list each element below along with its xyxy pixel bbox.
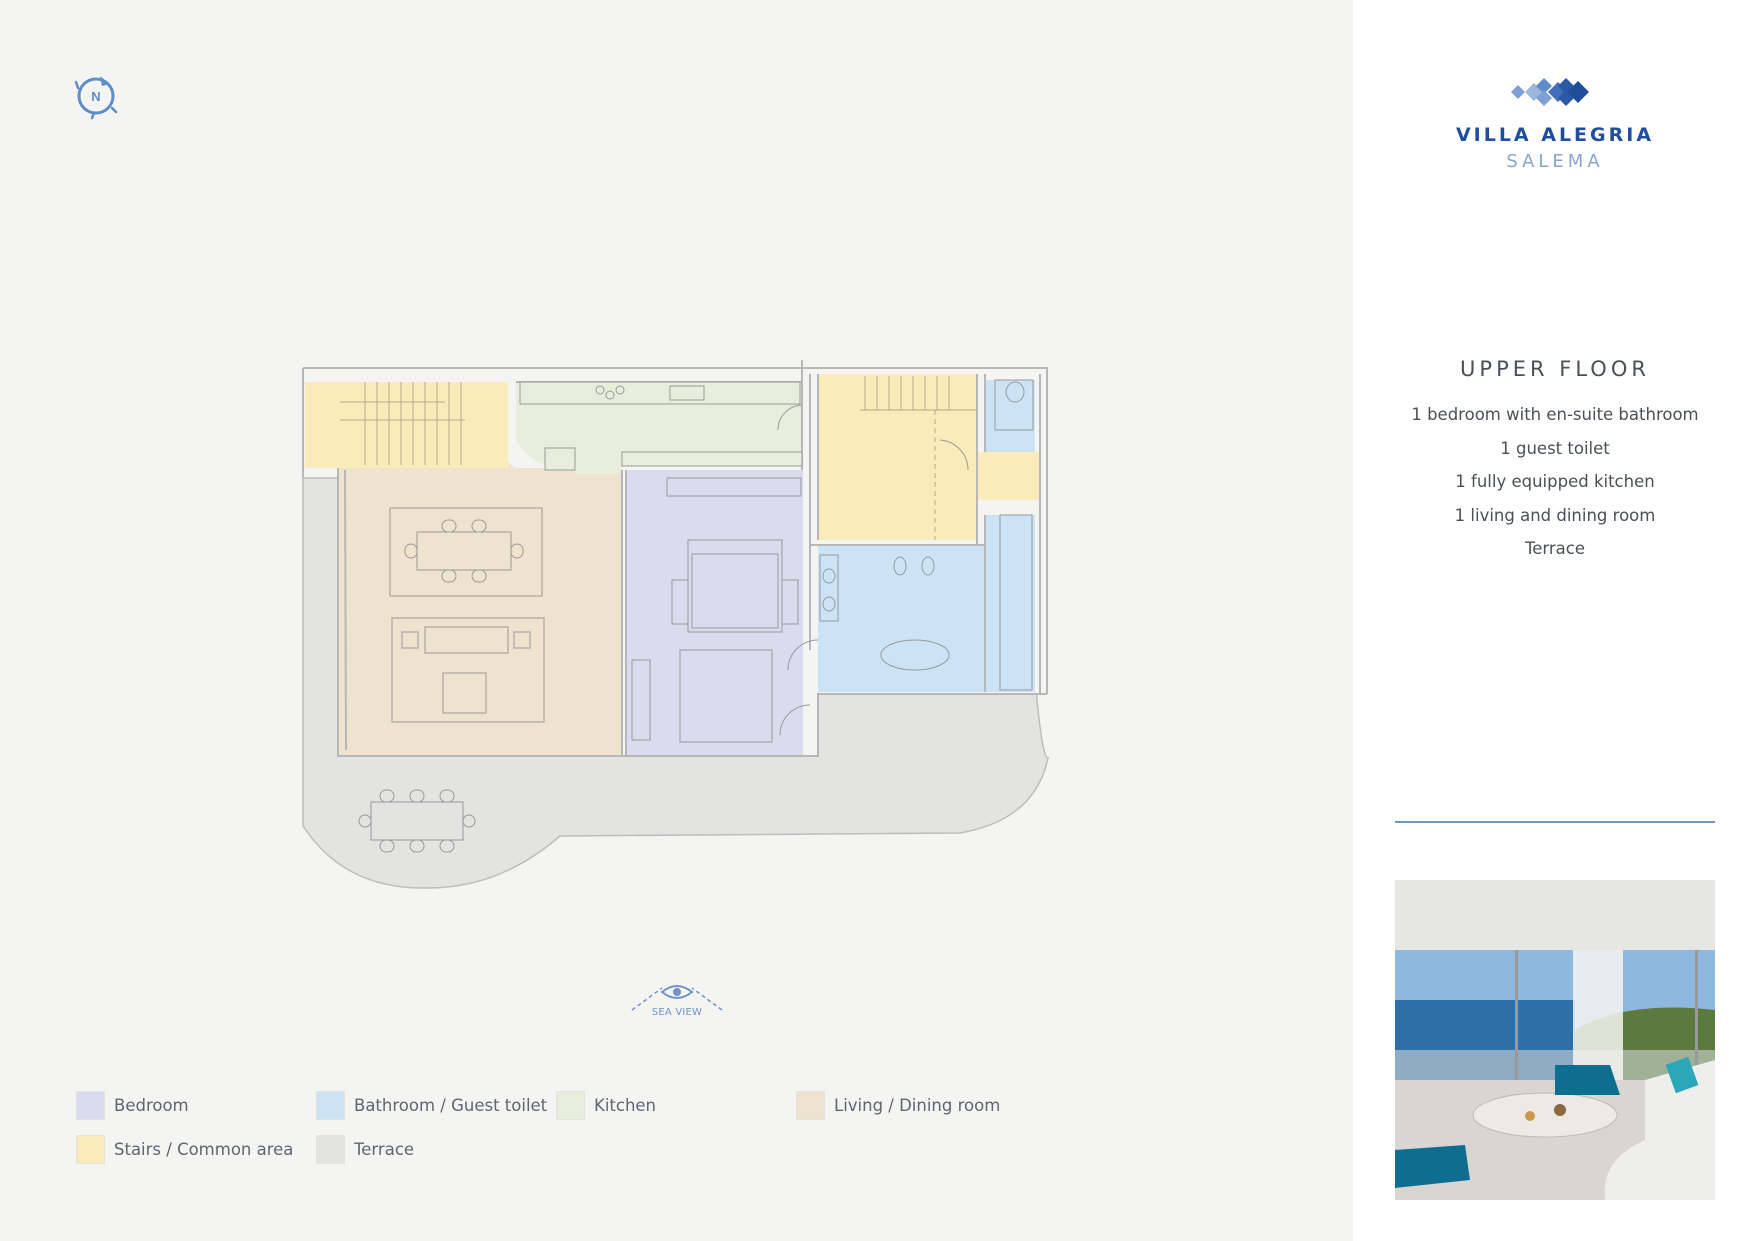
guest-toilet [985,380,1035,452]
legend-item-kitchen: Kitchen [556,1091,656,1120]
legend-label: Stairs / Common area [114,1140,294,1159]
legend-item-terrace: Terrace [316,1135,414,1164]
legend-item-bedroom: Bedroom [76,1091,189,1120]
feature-item: 1 fully equipped kitchen [1455,472,1655,491]
legend-swatch [76,1091,105,1120]
feature-item: 1 bedroom with en-suite bathroom [1411,405,1699,424]
feature-item: Terrace [1524,539,1586,558]
legend-swatch [556,1091,585,1120]
legend-swatch [316,1091,345,1120]
feature-item: 1 guest toilet [1500,438,1610,458]
floor-plan-drawing [302,360,1050,889]
legend-label: Living / Dining room [834,1096,1001,1115]
brand-name: VILLA ALEGRIA [1455,124,1655,146]
legend-swatch [796,1091,825,1120]
sea-view-label: SEA VIEW [651,1007,703,1018]
brand-subtitle: SALEMA [1506,151,1604,172]
stairs-left [305,382,508,468]
living-dining-room [338,462,622,756]
legend-label: Terrace [354,1140,415,1159]
legend-label: Bathroom / Guest toilet [354,1096,548,1115]
sidebar-divider [1395,821,1715,823]
floor-title: UPPER FLOOR [1460,357,1650,381]
legend-item-living-dining: Living / Dining room [796,1091,1000,1120]
legend-swatch [76,1135,105,1164]
bedroom [626,470,803,756]
villa-alegria-logo [1511,78,1589,106]
legend-item-bathroom: Bathroom / Guest toilet [316,1091,547,1120]
legend-label: Bedroom [114,1096,189,1115]
ensuite-bathroom [818,515,1035,692]
legend-label: Kitchen [594,1096,657,1115]
living-room-photo [1395,880,1715,1200]
legend-swatch [316,1135,345,1164]
sea-view-eye-icon [631,985,723,1011]
legend-item-stairs: Stairs / Common area [76,1135,293,1164]
feature-item: 1 living and dining room [1454,505,1656,525]
floor-features-list: 1 bedroom with en-suite bathroom 1 guest… [1390,403,1720,571]
